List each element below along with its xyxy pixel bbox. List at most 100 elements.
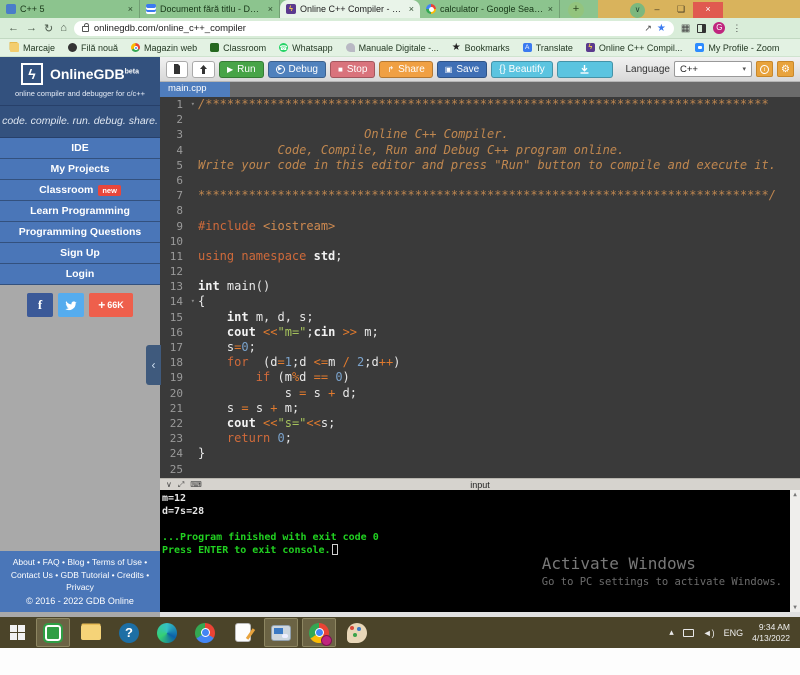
code-line: 20 s = s + d; <box>160 386 800 401</box>
bookmark-item[interactable]: My Profile - Zoom <box>695 43 779 53</box>
language-select[interactable]: C++▾ <box>674 61 752 77</box>
browser-tab-strip: C++ 5×Document fără titlu - Documente×ϟO… <box>0 0 800 18</box>
back-icon[interactable]: ← <box>8 22 19 34</box>
clock[interactable]: 9:34 AM4/13/2022 <box>752 622 790 643</box>
home-icon[interactable]: ⌂ <box>60 22 67 34</box>
fold-marker-icon[interactable]: ▾ <box>191 294 195 309</box>
document-editor-taskbar-button[interactable] <box>227 619 259 646</box>
bookmark-item[interactable]: Classroom <box>210 43 266 53</box>
code-token: /***************************************… <box>198 97 769 111</box>
extensions-puzzle-icon[interactable]: ▦ <box>681 23 690 34</box>
twitter-icon[interactable] <box>58 293 84 317</box>
display-settings-icon <box>271 625 291 641</box>
code-line: 10 <box>160 234 800 249</box>
sidebar-item-my-projects[interactable]: My Projects <box>0 159 160 180</box>
code-token: d; <box>335 386 357 400</box>
browser-tab[interactable]: ϟOnline C++ Compiler - online ed× <box>280 0 420 18</box>
tab-close-icon[interactable]: × <box>128 4 133 14</box>
stop-button[interactable]: ■Stop <box>330 61 375 78</box>
settings-gear-button[interactable]: ⚙ <box>777 61 794 77</box>
paint-taskbar-button[interactable] <box>341 619 373 646</box>
code-text: ****************************************… <box>198 188 776 203</box>
url-text[interactable]: onlinegdb.com/online_c++_compiler <box>94 23 639 34</box>
sidebar-collapse-handle[interactable]: ‹ <box>146 345 161 385</box>
microsoft-edge-taskbar-button[interactable] <box>151 619 183 646</box>
footer-links[interactable]: About • FAQ • Blog • Terms of Use • Cont… <box>6 556 154 594</box>
profile-avatar[interactable]: G <box>713 22 725 34</box>
save-button[interactable]: ▣Save <box>437 61 487 78</box>
addthis-share-button[interactable]: +66K <box>89 293 133 317</box>
chrome-profile-taskbar-button[interactable] <box>303 619 335 646</box>
close-button[interactable]: × <box>693 2 723 18</box>
tab-close-icon[interactable]: × <box>548 4 553 14</box>
tab-close-icon[interactable]: × <box>268 4 273 14</box>
sidebar-item-learn-programming[interactable]: Learn Programming <box>0 201 160 222</box>
bookmark-item[interactable]: ATranslate <box>523 43 573 53</box>
get-help-taskbar-button[interactable]: ? <box>113 619 145 646</box>
bookmark-item[interactable]: ☎Whatsapp <box>279 43 333 53</box>
bookmark-star-icon[interactable]: ★ <box>657 23 666 34</box>
sidebar-item-classroom[interactable]: Classroomnew <box>0 180 160 201</box>
console-scrollbar[interactable]: ▲▼ <box>790 490 800 612</box>
code-token <box>256 325 263 339</box>
console-text: d=7s=28 <box>162 506 204 517</box>
new-tab-button[interactable]: + <box>568 2 584 18</box>
minimize-button[interactable]: – <box>645 2 669 18</box>
url-field[interactable]: onlinegdb.com/online_c++_compiler ↗ ★ <box>74 21 674 36</box>
beautify-button[interactable]: {} Beautify <box>491 61 553 78</box>
share-button[interactable]: ↱Share <box>379 61 432 78</box>
start-button[interactable] <box>0 617 34 648</box>
bookmark-item[interactable]: Filă nouă <box>68 43 118 53</box>
browser-tab[interactable]: calculator - Google Search× <box>420 0 560 18</box>
run-button[interactable]: ▶Run <box>219 61 264 78</box>
share-page-icon[interactable]: ↗ <box>644 23 652 34</box>
menu-dots-icon[interactable]: ⋮ <box>732 23 741 34</box>
bookmark-item[interactable]: ϟOnline C++ Compil... <box>586 43 683 53</box>
info-button[interactable]: i <box>756 61 773 77</box>
store-app-taskbar-button[interactable] <box>37 619 69 646</box>
bookmark-item[interactable]: Manuale Digitale -... <box>346 43 439 53</box>
gdb-icon: ϟ <box>586 43 595 52</box>
debug-button[interactable]: ▶Debug <box>268 61 326 78</box>
sidebar-item-ide[interactable]: IDE <box>0 138 160 159</box>
bookmark-item[interactable]: Magazin web <box>131 43 197 53</box>
sidebar-item-login[interactable]: Login <box>0 264 160 285</box>
sidebar-item-sign-up[interactable]: Sign Up <box>0 243 160 264</box>
code-text: Write your code in this editor and press… <box>198 158 776 173</box>
bookmark-item[interactable]: Marcaje <box>10 43 55 53</box>
forward-icon[interactable]: → <box>26 22 37 34</box>
tab-title: C++ 5 <box>20 4 124 14</box>
motto: code. compile. run. debug. share. <box>0 106 160 138</box>
display-settings-taskbar-button[interactable] <box>265 619 297 646</box>
new-file-button[interactable] <box>166 61 188 78</box>
facebook-icon[interactable]: f <box>27 293 53 317</box>
code-text: int main() <box>198 279 270 294</box>
speaker-icon[interactable]: ◄) <box>703 628 715 638</box>
google-chrome-taskbar-button[interactable] <box>189 619 221 646</box>
open-project-button[interactable] <box>192 61 215 78</box>
line-number: 7 <box>160 188 188 203</box>
tray-chevron-up-icon[interactable]: ▴ <box>669 627 674 638</box>
browser-tab[interactable]: Document fără titlu - Documente× <box>140 0 280 18</box>
reload-icon[interactable]: ↻ <box>44 22 53 35</box>
code-editor[interactable]: 1▾/*************************************… <box>160 97 800 478</box>
maximize-button[interactable]: ❏ <box>669 2 693 18</box>
file-tab-main-cpp[interactable]: main.cpp <box>160 82 230 97</box>
sidebar-item-programming-questions[interactable]: Programming Questions <box>0 222 160 243</box>
code-line: 23 return 0; <box>160 431 800 446</box>
download-button[interactable] <box>557 61 613 78</box>
bookmark-item[interactable]: ★Bookmarks <box>452 43 510 53</box>
tab-search-icon[interactable]: ∨ <box>630 3 645 18</box>
console-output[interactable]: m=12d=7s=28 ...Program finished with exi… <box>160 490 800 612</box>
side-panel-icon[interactable] <box>697 24 706 33</box>
language-indicator[interactable]: ENG <box>724 628 744 638</box>
classroom-icon <box>210 43 219 52</box>
file-explorer-taskbar-button[interactable] <box>75 619 107 646</box>
fold-marker-icon[interactable]: ▾ <box>191 97 195 112</box>
network-icon[interactable] <box>683 629 694 637</box>
lock-icon <box>82 26 89 32</box>
browser-tab[interactable]: C++ 5 × <box>0 0 140 18</box>
tab-close-icon[interactable]: × <box>409 4 414 14</box>
line-number: 20 <box>160 386 188 401</box>
code-text: int m, d, s; <box>198 310 314 325</box>
